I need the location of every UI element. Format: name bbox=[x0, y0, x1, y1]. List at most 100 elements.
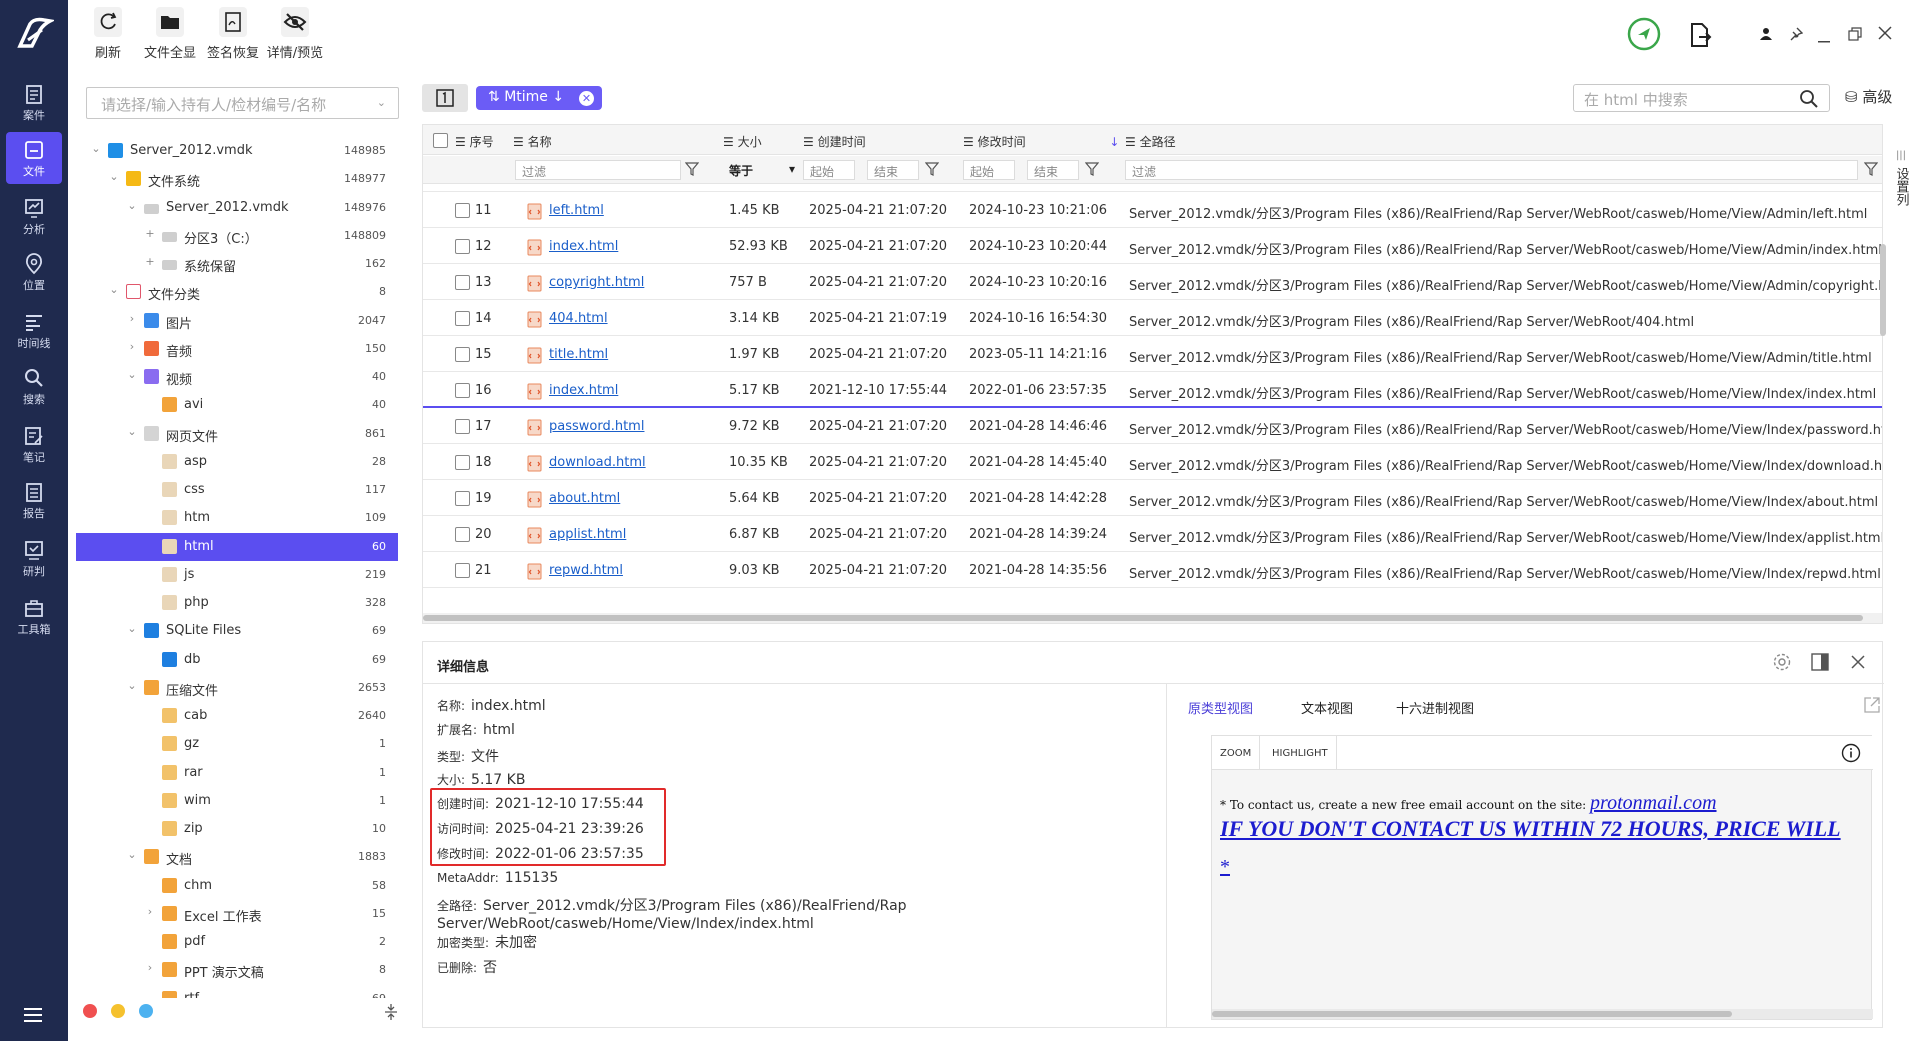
tree-item[interactable]: avi 40 bbox=[76, 391, 398, 419]
chevron-down-icon[interactable]: ⌄ bbox=[126, 199, 138, 212]
tree-item[interactable]: ⌄ 文件分类 8 bbox=[76, 278, 398, 306]
row-checkbox[interactable] bbox=[455, 383, 470, 398]
nav-item-note[interactable]: 笔记 bbox=[6, 418, 62, 470]
tree-item[interactable]: › 图片 2047 bbox=[76, 307, 398, 335]
path-filter-input[interactable]: 过滤 bbox=[1125, 160, 1858, 180]
page-toggle-button[interactable] bbox=[422, 84, 468, 112]
tree-item[interactable]: ⌄ SQLite Files 69 bbox=[76, 617, 398, 645]
header-modified[interactable]: ☰ 修改时间 ↓ bbox=[963, 133, 1119, 150]
tree-item[interactable]: cab 2640 bbox=[76, 702, 398, 730]
tree-item[interactable]: rtf 69 bbox=[76, 985, 398, 998]
filter-icon[interactable] bbox=[924, 162, 940, 176]
minimize-icon[interactable] bbox=[1818, 33, 1832, 47]
tree-item[interactable]: html 60 bbox=[76, 532, 398, 561]
tree-item[interactable]: › PPT 演示文稿 8 bbox=[76, 956, 398, 984]
table-row[interactable]: 15 title.html 1.97 KB 2025-04-21 21:07:20 20… bbox=[423, 336, 1882, 372]
file-name-link[interactable]: password.html bbox=[549, 419, 644, 434]
tree-item[interactable]: › 音频 150 bbox=[76, 335, 398, 363]
filter-icon[interactable] bbox=[1084, 162, 1100, 176]
expand-icon[interactable]: + bbox=[144, 256, 156, 268]
tree-item[interactable]: htm 109 bbox=[76, 504, 398, 532]
name-filter-input[interactable]: 过滤 bbox=[515, 160, 681, 180]
column-settings-button[interactable]: ||| 设置列 bbox=[1893, 148, 1909, 210]
row-checkbox[interactable] bbox=[455, 239, 470, 254]
preview-warning-link[interactable]: IF YOU DON'T CONTACT US WITHIN 72 HOURS,… bbox=[1220, 816, 1870, 842]
menu-icon[interactable] bbox=[22, 1006, 46, 1024]
table-row[interactable]: 19 about.html 5.64 KB 2025-04-21 21:07:20 20… bbox=[423, 480, 1882, 516]
row-checkbox[interactable] bbox=[455, 203, 470, 218]
created-start-input[interactable]: 起始 bbox=[803, 160, 855, 180]
mtime-filter-chip[interactable]: ⇅ Mtime ↓ ✕ bbox=[476, 86, 602, 110]
nav-item-file[interactable]: 文件 bbox=[6, 132, 62, 184]
row-checkbox[interactable] bbox=[455, 563, 470, 578]
header-path[interactable]: ☰ 全路径 bbox=[1125, 133, 1176, 150]
header-size[interactable]: ☰ 大小 bbox=[723, 133, 762, 150]
holder-select[interactable]: 请选择/输入持有人/检材编号/名称 ⌄ bbox=[86, 87, 399, 119]
close-icon[interactable] bbox=[1848, 652, 1868, 675]
header-name[interactable]: ☰ 名称 bbox=[513, 133, 552, 150]
tree-item[interactable]: ⌄ Server_2012.vmdk 148976 bbox=[76, 194, 398, 222]
settings-icon[interactable] bbox=[1772, 652, 1792, 675]
export-icon[interactable] bbox=[1688, 22, 1712, 51]
chevron-right-icon[interactable]: › bbox=[126, 340, 138, 353]
table-row[interactable]: 21 repwd.html 9.03 KB 2025-04-21 21:07:20 20… bbox=[423, 552, 1882, 588]
row-checkbox[interactable] bbox=[455, 275, 470, 290]
highlight-button[interactable]: HIGHLIGHT bbox=[1264, 736, 1337, 770]
filter-icon[interactable] bbox=[684, 162, 700, 176]
chevron-down-icon[interactable]: ⌄ bbox=[90, 143, 102, 155]
chevron-down-icon[interactable]: ⌄ bbox=[126, 623, 138, 635]
nav-item-judge[interactable]: 研判 bbox=[6, 532, 62, 584]
zoom-button[interactable]: ZOOM bbox=[1212, 736, 1261, 770]
file-name-link[interactable]: applist.html bbox=[549, 527, 626, 542]
header-created[interactable]: ☰ 创建时间 bbox=[803, 133, 866, 150]
chevron-down-icon[interactable]: ⌄ bbox=[108, 171, 120, 183]
file-name-link[interactable]: index.html bbox=[549, 239, 618, 254]
tree-item[interactable]: zip 10 bbox=[76, 815, 398, 843]
tree-item[interactable]: wim 1 bbox=[76, 787, 398, 815]
protonmail-link[interactable]: protonmail.com bbox=[1590, 792, 1716, 814]
modified-start-input[interactable]: 起始 bbox=[963, 160, 1015, 180]
tree-item[interactable]: ⌄ 文件系统 148977 bbox=[76, 165, 398, 193]
horizontal-scrollbar[interactable] bbox=[423, 613, 1882, 623]
row-checkbox[interactable] bbox=[455, 455, 470, 470]
file-name-link[interactable]: copyright.html bbox=[549, 275, 644, 290]
filter-icon[interactable] bbox=[1863, 162, 1879, 176]
tree-item[interactable]: chm 58 bbox=[76, 872, 398, 900]
refresh-button[interactable]: 刷新 bbox=[75, 6, 141, 61]
preview-star-link[interactable]: * bbox=[1220, 856, 1230, 879]
view-tab[interactable]: 文本视图 bbox=[1301, 698, 1353, 717]
tree-item[interactable]: + 系统保留 162 bbox=[76, 250, 398, 278]
tree-item[interactable]: ⌄ 压缩文件 2653 bbox=[76, 674, 398, 702]
chevron-down-icon[interactable]: ⌄ bbox=[108, 284, 120, 296]
chevron-down-icon[interactable]: ⌄ bbox=[126, 679, 138, 692]
tree-item[interactable]: ⌄ 网页文件 861 bbox=[76, 420, 398, 448]
created-end-input[interactable]: 结束 bbox=[867, 160, 919, 180]
chevron-down-icon[interactable]: ⌄ bbox=[126, 425, 138, 438]
tree-item[interactable]: pdf 2 bbox=[76, 928, 398, 956]
tree-item[interactable]: db 69 bbox=[76, 646, 398, 674]
split-view-icon[interactable] bbox=[1810, 652, 1830, 675]
detail-preview-button[interactable]: 详情/预览 bbox=[262, 6, 328, 61]
collapse-all-icon[interactable] bbox=[383, 1003, 399, 1024]
tree-item[interactable]: ⌄ 文档 1883 bbox=[76, 843, 398, 871]
tree-item[interactable]: + 分区3（C:） 148809 bbox=[76, 222, 398, 250]
search-input[interactable]: 在 html 中搜索 bbox=[1573, 84, 1830, 112]
table-row[interactable]: 20 applist.html 6.87 KB 2025-04-21 21:07:20… bbox=[423, 516, 1882, 552]
file-all-button[interactable]: 文件全显 bbox=[137, 6, 203, 61]
tree-item[interactable]: gz 1 bbox=[76, 730, 398, 758]
file-name-link[interactable]: index.html bbox=[549, 383, 618, 398]
table-row[interactable]: 18 download.html 10.35 KB 2025-04-21 21:07:… bbox=[423, 444, 1882, 480]
tree-item[interactable]: asp 28 bbox=[76, 448, 398, 476]
file-name-link[interactable]: 404.html bbox=[549, 311, 608, 326]
table-row[interactable]: 17 password.html 9.72 KB 2025-04-21 21:07:2… bbox=[423, 408, 1882, 444]
external-open-icon[interactable] bbox=[1863, 696, 1881, 717]
vertical-scrollbar[interactable] bbox=[1880, 244, 1886, 336]
file-name-link[interactable]: left.html bbox=[549, 203, 604, 218]
nav-item-report[interactable]: 报告 bbox=[6, 474, 62, 526]
chevron-right-icon[interactable]: › bbox=[144, 905, 156, 918]
table-row[interactable]: 11 left.html 1.45 KB 2025-04-21 21:07:20 202… bbox=[423, 192, 1882, 228]
chevron-down-icon[interactable]: ⌄ bbox=[126, 849, 138, 861]
nav-item-location[interactable]: 位置 bbox=[6, 246, 62, 298]
row-checkbox[interactable] bbox=[455, 347, 470, 362]
location-badge-icon[interactable] bbox=[1627, 17, 1661, 54]
